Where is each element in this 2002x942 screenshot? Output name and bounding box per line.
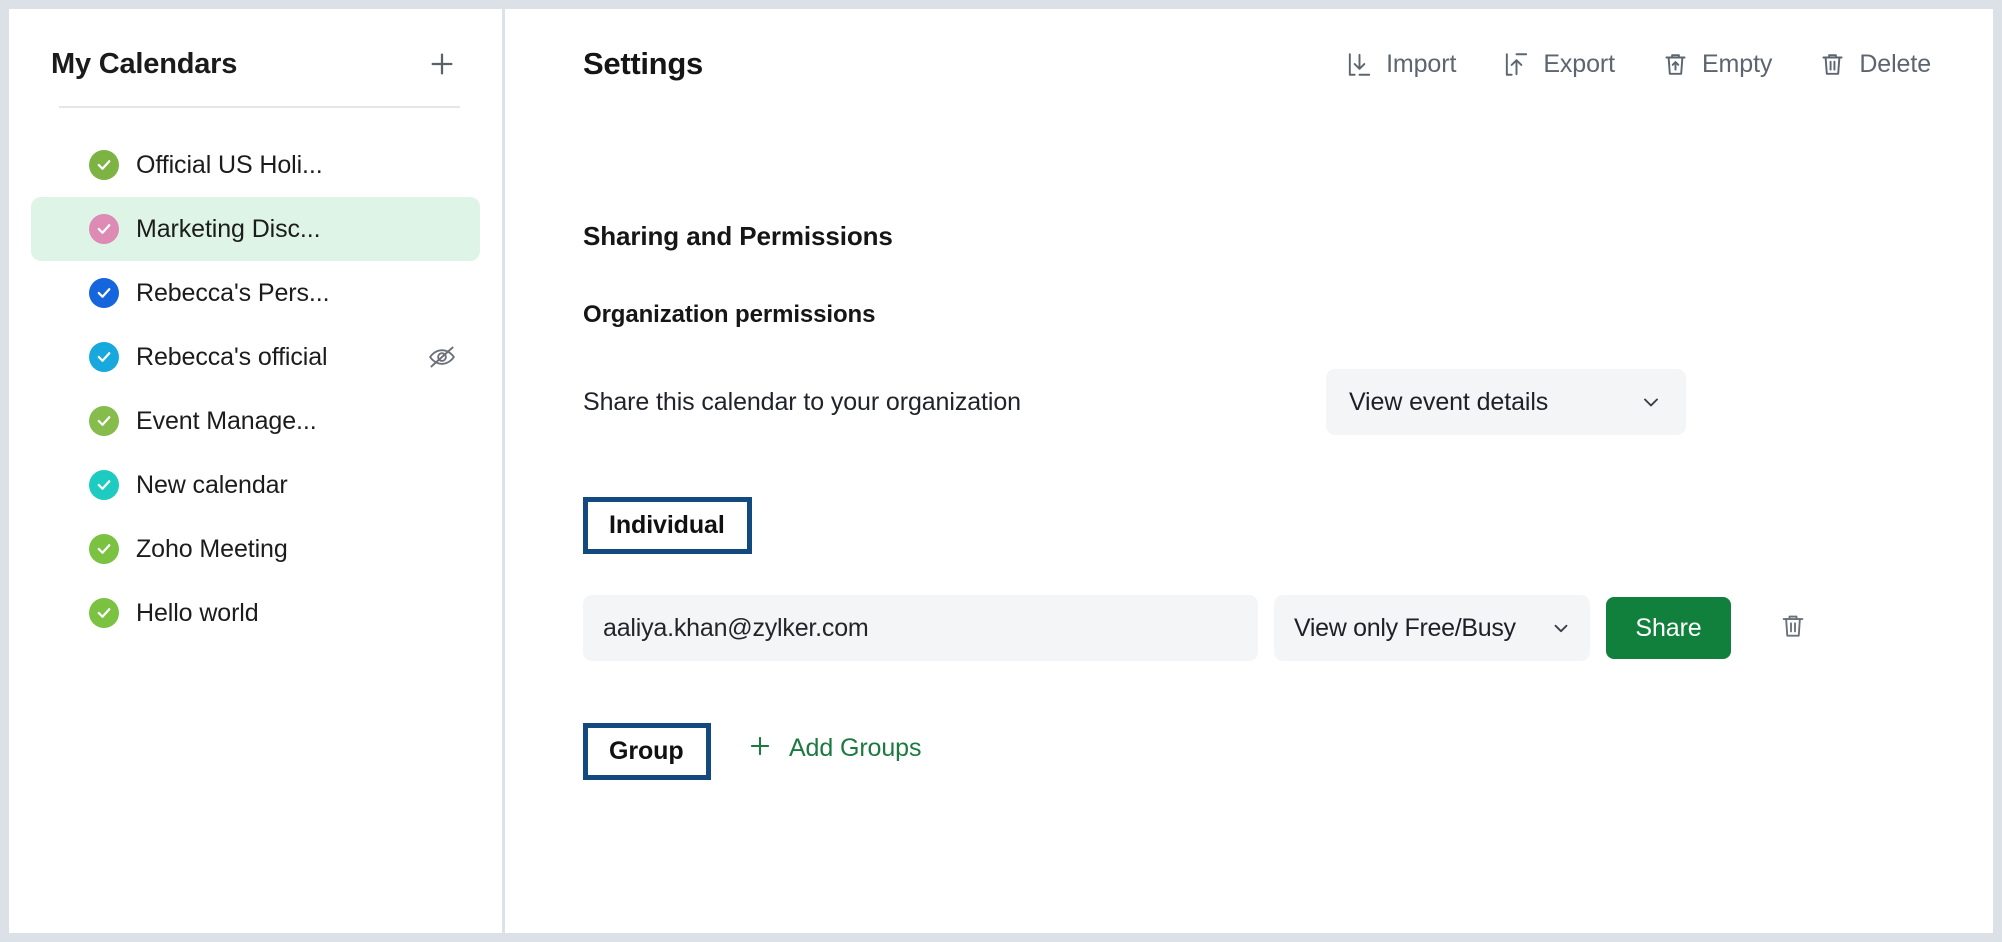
trash-icon xyxy=(1778,611,1808,646)
app-window: My Calendars Official US Holi... xyxy=(0,0,2002,942)
import-label: Import xyxy=(1386,50,1456,79)
calendar-item-zoho-meeting[interactable]: Zoho Meeting xyxy=(31,517,480,581)
export-icon xyxy=(1502,50,1531,79)
settings-header: Settings Import E xyxy=(505,9,1993,93)
empty-button[interactable]: Empty xyxy=(1661,50,1772,79)
export-label: Export xyxy=(1543,50,1615,79)
organization-permission-value: View event details xyxy=(1349,388,1548,417)
calendar-item-label: Official US Holi... xyxy=(136,151,323,180)
organization-share-label: Share this calendar to your organization xyxy=(583,388,1021,417)
check-circle-icon[interactable] xyxy=(89,598,119,628)
check-circle-icon[interactable] xyxy=(89,534,119,564)
calendar-list: Official US Holi... Marketing Disc... Re… xyxy=(9,133,502,645)
individual-permission-value: View only Free/Busy xyxy=(1294,614,1516,643)
individual-share-row: View only Free/Busy Share xyxy=(583,595,1915,661)
settings-toolbar: Import Export xyxy=(1345,50,1931,79)
sharing-permissions-heading: Sharing and Permissions xyxy=(583,221,1915,252)
individual-email-input[interactable] xyxy=(583,595,1258,661)
add-calendar-button[interactable] xyxy=(422,44,462,84)
calendar-item-event-management[interactable]: Event Manage... xyxy=(31,389,480,453)
calendar-item-rebeccas-official[interactable]: Rebecca's official xyxy=(31,325,480,389)
check-circle-icon[interactable] xyxy=(89,406,119,436)
add-groups-button[interactable]: Add Groups xyxy=(747,733,921,764)
delete-button[interactable]: Delete xyxy=(1818,50,1931,79)
sidebar-title: My Calendars xyxy=(51,50,237,79)
settings-panel: Settings Import E xyxy=(505,9,1993,933)
calendar-item-label: Marketing Disc... xyxy=(136,215,320,244)
organization-permission-select[interactable]: View event details xyxy=(1326,369,1686,435)
check-circle-icon[interactable] xyxy=(89,470,119,500)
calendar-item-label: New calendar xyxy=(136,471,288,500)
trash-icon xyxy=(1818,50,1847,79)
empty-trash-icon xyxy=(1661,50,1690,79)
plus-icon xyxy=(747,733,773,764)
settings-body: Sharing and Permissions Organization per… xyxy=(505,221,1993,780)
calendars-sidebar: My Calendars Official US Holi... xyxy=(9,9,505,933)
export-button[interactable]: Export xyxy=(1502,50,1615,79)
remove-individual-button[interactable] xyxy=(1775,610,1811,646)
calendar-item-label: Event Manage... xyxy=(136,407,317,436)
calendar-item-hello-world[interactable]: Hello world xyxy=(31,581,480,645)
sidebar-header: My Calendars xyxy=(9,9,502,93)
calendar-item-new-calendar[interactable]: New calendar xyxy=(31,453,480,517)
import-icon xyxy=(1345,50,1374,79)
plus-icon xyxy=(427,49,457,79)
check-circle-icon[interactable] xyxy=(89,278,119,308)
individual-heading-label: Individual xyxy=(609,513,725,538)
calendar-item-label: Rebecca's official xyxy=(136,343,328,372)
chevron-down-icon xyxy=(1544,617,1572,639)
check-circle-icon[interactable] xyxy=(89,342,119,372)
calendar-item-label: Rebecca's Pers... xyxy=(136,279,329,308)
page-title: Settings xyxy=(583,46,703,82)
calendar-item-marketing-discussion[interactable]: Marketing Disc... xyxy=(31,197,480,261)
calendar-item-rebeccas-personal[interactable]: Rebecca's Pers... xyxy=(31,261,480,325)
share-button[interactable]: Share xyxy=(1606,597,1731,659)
organization-permissions-heading: Organization permissions xyxy=(583,301,1915,329)
calendar-item-official-us-holidays[interactable]: Official US Holi... xyxy=(31,133,480,197)
add-groups-label: Add Groups xyxy=(789,734,921,763)
group-section-heading: Group xyxy=(583,723,711,780)
individual-permission-select[interactable]: View only Free/Busy xyxy=(1274,595,1590,661)
calendar-item-label: Hello world xyxy=(136,599,259,628)
eye-off-icon[interactable] xyxy=(426,341,458,373)
import-button[interactable]: Import xyxy=(1345,50,1456,79)
group-heading-label: Group xyxy=(609,739,684,764)
check-circle-icon[interactable] xyxy=(89,214,119,244)
individual-section-heading: Individual xyxy=(583,497,752,554)
calendar-item-label: Zoho Meeting xyxy=(136,535,288,564)
share-button-label: Share xyxy=(1635,614,1701,643)
organization-share-row: Share this calendar to your organization… xyxy=(583,369,1915,435)
chevron-down-icon xyxy=(1639,390,1663,414)
check-circle-icon[interactable] xyxy=(89,150,119,180)
sidebar-divider xyxy=(59,106,460,108)
delete-label: Delete xyxy=(1859,50,1931,79)
empty-label: Empty xyxy=(1702,50,1772,79)
